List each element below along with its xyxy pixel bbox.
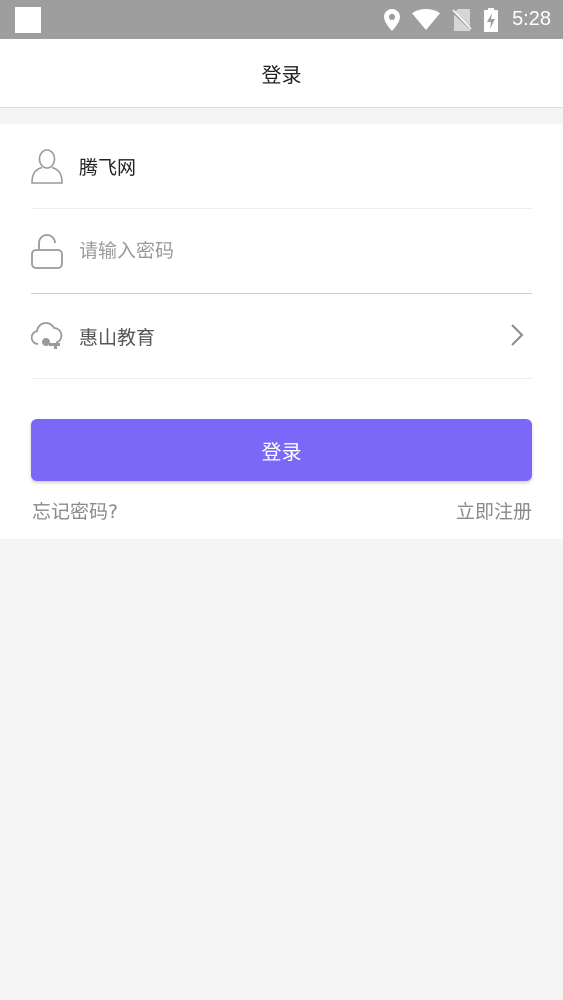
- organization-selector[interactable]: 惠山教育: [31, 294, 532, 379]
- login-button[interactable]: 登录: [31, 419, 532, 481]
- notification-icon: [15, 7, 41, 33]
- status-bar: 5:28: [0, 0, 563, 39]
- user-icon: [31, 148, 63, 184]
- login-form: 腾飞网 惠山教育 登录 忘记密码? 立即注册: [0, 124, 563, 539]
- password-field[interactable]: [31, 209, 532, 294]
- chevron-right-icon: [511, 324, 524, 346]
- header: 登录: [0, 39, 563, 108]
- cloud-key-icon: [31, 318, 63, 354]
- password-input[interactable]: [79, 240, 479, 262]
- username-field[interactable]: 腾飞网: [31, 124, 532, 209]
- status-time: 5:28: [512, 8, 551, 30]
- register-link[interactable]: 立即注册: [456, 497, 532, 524]
- lock-icon: [31, 233, 63, 269]
- username-value[interactable]: 腾飞网: [79, 153, 136, 180]
- battery-charging-icon: [484, 7, 499, 32]
- status-icons: 5:28: [384, 0, 551, 39]
- no-sim-icon: [452, 8, 473, 31]
- location-icon: [384, 8, 401, 31]
- login-button-label: 登录: [261, 439, 302, 464]
- organization-value: 惠山教育: [79, 326, 156, 349]
- forgot-password-link[interactable]: 忘记密码?: [32, 497, 118, 524]
- page-title: 登录: [261, 62, 302, 87]
- wifi-icon: [412, 9, 441, 30]
